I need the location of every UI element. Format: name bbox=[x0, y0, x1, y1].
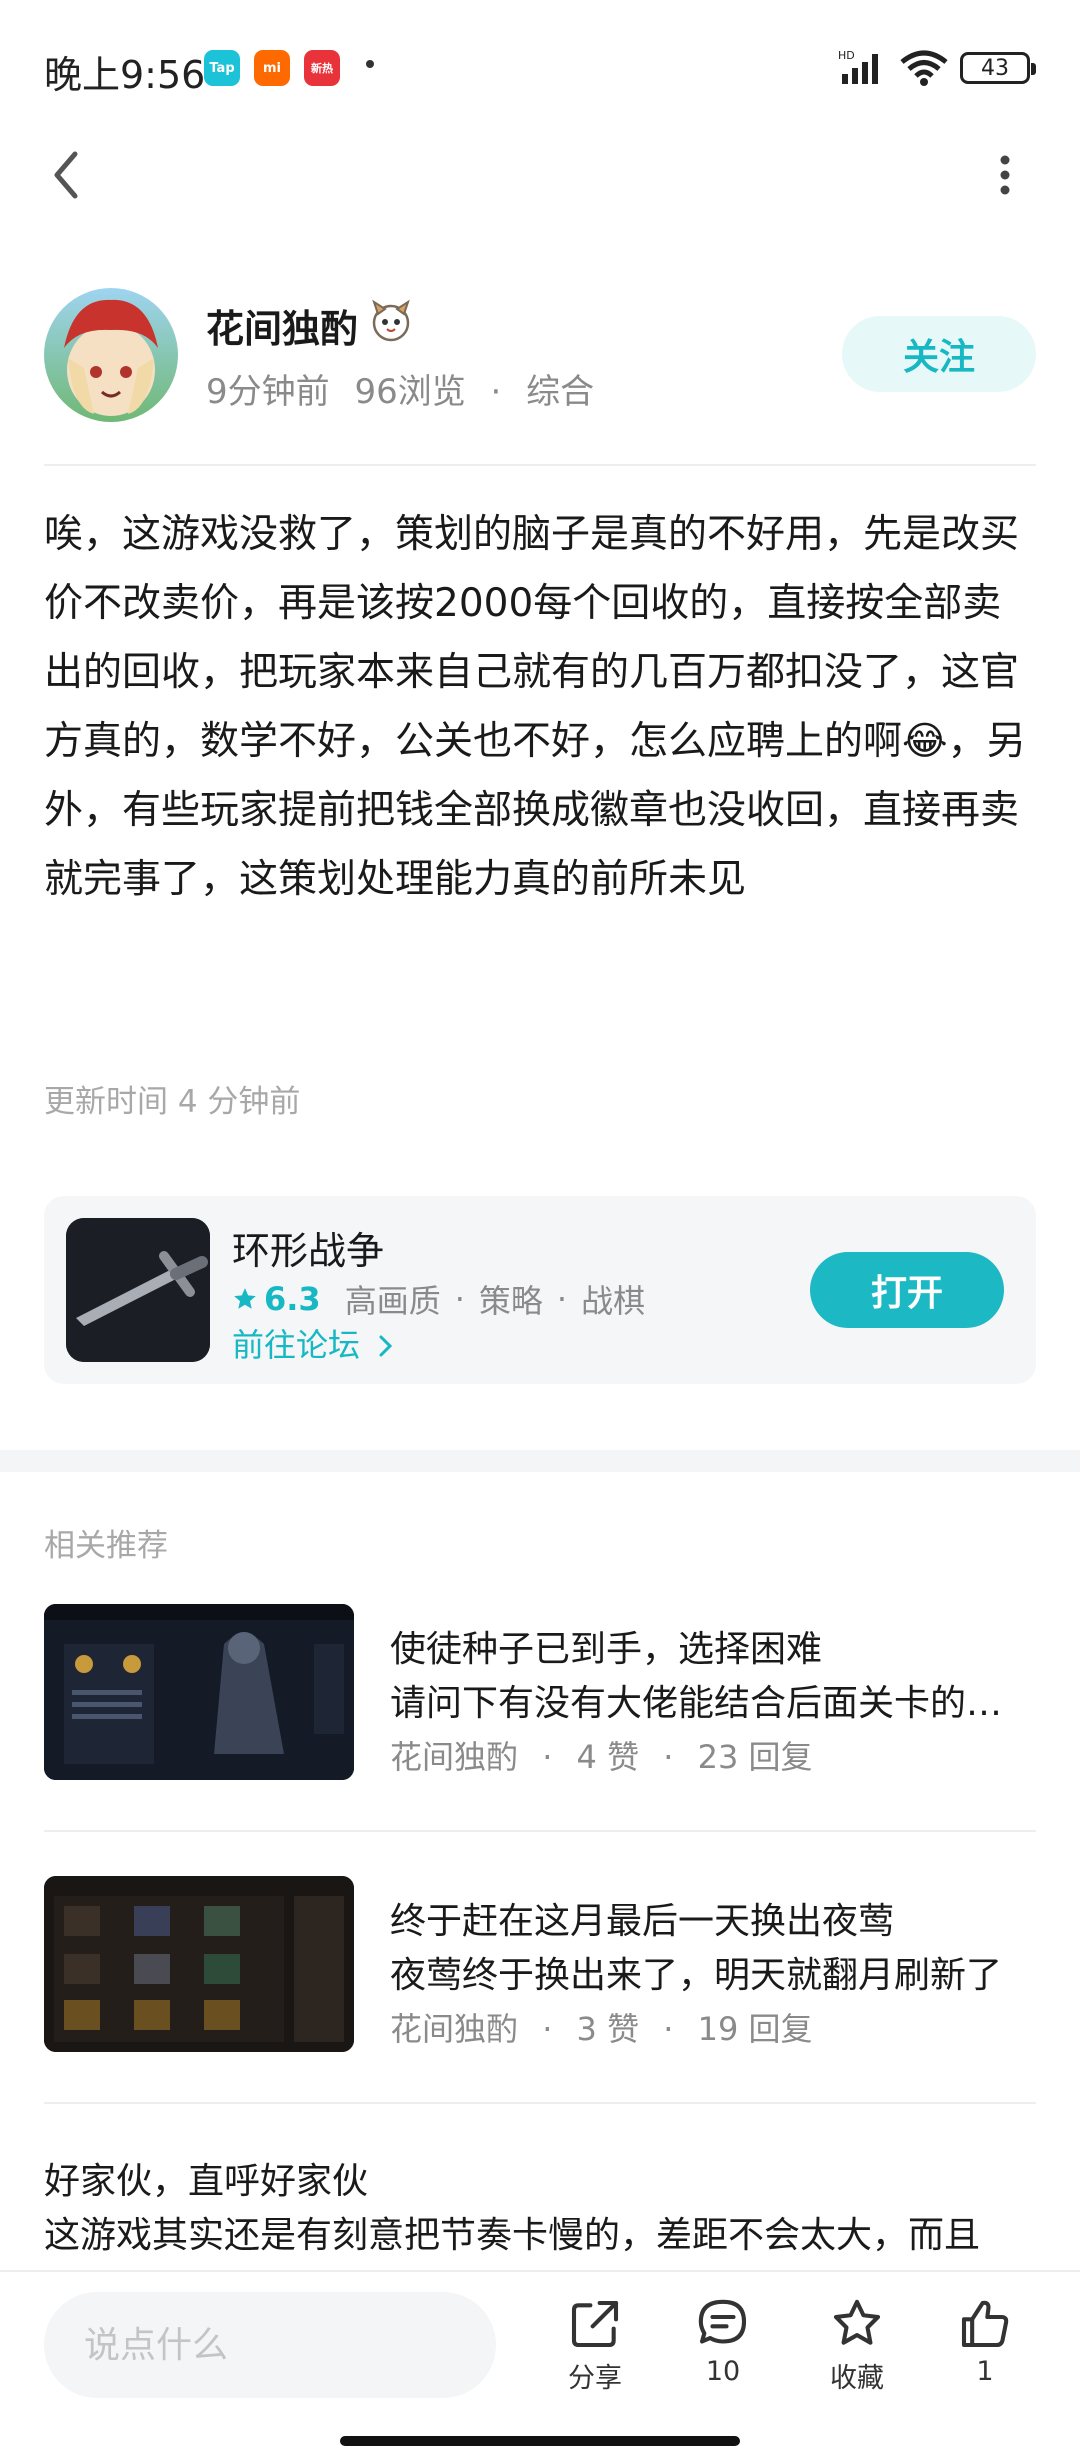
like-count: 1 bbox=[976, 2356, 994, 2387]
avatar-image bbox=[44, 288, 178, 422]
chevron-right-icon bbox=[379, 1335, 393, 1357]
post-category[interactable]: 综合 bbox=[526, 372, 594, 412]
sword-icon bbox=[66, 1218, 210, 1362]
favorite-button[interactable]: 收藏 bbox=[802, 2296, 912, 2406]
view-count: 96浏览 bbox=[354, 372, 466, 412]
favorite-label: 收藏 bbox=[830, 2363, 884, 2394]
comment-bubble-icon bbox=[698, 2299, 747, 2344]
recommend-meta: 花间独酌 · 4 赞 · 23 回复 bbox=[390, 1732, 813, 1778]
post-meta: 9分钟前 96浏览 · 综合 bbox=[206, 364, 594, 413]
recommend-likes: 4 赞 bbox=[576, 1738, 640, 1776]
recommend-author: 花间独酌 bbox=[390, 1738, 519, 1776]
game-screenshot-image bbox=[44, 1604, 354, 1780]
battery-indicator: 43 bbox=[960, 52, 1036, 84]
wifi-icon bbox=[900, 50, 948, 86]
game-tag: 战棋 bbox=[581, 1282, 646, 1320]
forum-link-label: 前往论坛 bbox=[232, 1326, 361, 1364]
divider bbox=[44, 2102, 1036, 2104]
recommend-thumbnail bbox=[44, 1876, 354, 2052]
related-section-title: 相关推荐 bbox=[44, 1528, 168, 1564]
recommend-likes: 3 赞 bbox=[576, 2010, 640, 2048]
open-game-button[interactable]: 打开 bbox=[810, 1252, 1004, 1328]
recommend-snippet: 夜莺终于换出来了，明天就翻月刷新了 bbox=[390, 1955, 1003, 1996]
cellular-signal-icon: HD bbox=[838, 49, 878, 84]
thumbs-up-icon bbox=[961, 2300, 1009, 2348]
recommend-snippet[interactable]: 这游戏其实还是有刻意把节奏卡慢的，差距不会太大，而且 bbox=[44, 2206, 1020, 2258]
news-app-icon: 新热 bbox=[304, 50, 340, 86]
svg-text:HD: HD bbox=[838, 49, 855, 62]
follow-button[interactable]: 关注 bbox=[842, 316, 1036, 392]
section-separator bbox=[0, 1450, 1080, 1472]
more-options-button[interactable] bbox=[990, 140, 1020, 210]
recommend-meta: 花间独酌 · 3 赞 · 19 回复 bbox=[390, 2004, 813, 2050]
game-rating: 6.3 bbox=[232, 1280, 321, 1318]
tag-separator: · bbox=[454, 1280, 465, 1318]
recommend-snippet: 请问下有没有大佬能结合后面关卡的情况给点建议 bbox=[390, 1683, 1010, 1724]
meta-separator: · bbox=[490, 372, 502, 412]
game-screenshot-image bbox=[44, 1876, 354, 2052]
comment-count: 10 bbox=[705, 2356, 741, 2387]
recommend-replies: 19 回复 bbox=[697, 2010, 813, 2048]
taptap-app-icon: Tap bbox=[204, 50, 240, 86]
comment-button[interactable]: 10 bbox=[668, 2296, 778, 2406]
game-rating-value: 6.3 bbox=[264, 1280, 321, 1318]
meta-separator: · bbox=[663, 1738, 674, 1776]
home-indicator[interactable] bbox=[340, 2436, 740, 2446]
game-meta: 6.3 高画质 · 策略 · 战棋 bbox=[232, 1276, 645, 1322]
meta-separator: · bbox=[542, 2010, 553, 2048]
star-outline-icon bbox=[833, 2299, 881, 2345]
author-name[interactable]: 花间独酌 bbox=[206, 298, 358, 353]
mi-app-icon: mi bbox=[254, 50, 290, 86]
chevron-left-icon bbox=[54, 151, 78, 199]
game-card[interactable]: 环形战争 6.3 高画质 · 策略 · 战棋 前往论坛 打开 bbox=[44, 1196, 1036, 1384]
recommend-title: 终于赶在这月最后一天换出夜莺 bbox=[390, 1901, 895, 1942]
game-icon[interactable] bbox=[66, 1218, 210, 1362]
meta-separator: · bbox=[542, 1738, 553, 1776]
comment-input[interactable] bbox=[44, 2292, 496, 2398]
share-button[interactable]: 分享 bbox=[540, 2296, 650, 2406]
tag-separator: · bbox=[556, 1280, 568, 1318]
divider bbox=[44, 1830, 1036, 1832]
recommend-item[interactable]: 终于赶在这月最后一天换出夜莺 夜莺终于换出来了，明天就翻月刷新了 花间独酌 · … bbox=[0, 1866, 1080, 2066]
more-vertical-icon bbox=[1000, 155, 1010, 195]
recommend-thumbnail bbox=[44, 1604, 354, 1780]
share-icon bbox=[571, 2300, 619, 2348]
update-time: 更新时间 4 分钟前 bbox=[44, 1084, 301, 1120]
post-body: 唉，这游戏没救了，策划的脑子是真的不好用，先是改买价不改卖价，再是该按2000每… bbox=[44, 512, 1026, 902]
recommend-title: 使徒种子已到手，选择困难 bbox=[390, 1629, 823, 1670]
status-bar: 晚上9:56 Tap mi 新热 HD 43 bbox=[0, 0, 1080, 140]
recommend-author: 花间独酌 bbox=[390, 2010, 519, 2048]
meta-separator: · bbox=[663, 2010, 674, 2048]
recommend-item[interactable]: 使徒种子已到手，选择困难 请问下有没有大佬能结合后面关卡的情况给点建议 花间独酌… bbox=[0, 1594, 1080, 1794]
like-button[interactable]: 1 bbox=[930, 2296, 1040, 2406]
recommend-title[interactable]: 好家伙，直呼好家伙 bbox=[44, 2152, 368, 2204]
share-label: 分享 bbox=[568, 2363, 622, 2394]
back-button[interactable] bbox=[36, 140, 96, 210]
star-icon bbox=[234, 1288, 256, 1309]
divider bbox=[44, 464, 1036, 466]
game-name[interactable]: 环形战争 bbox=[232, 1220, 384, 1275]
forum-link[interactable]: 前往论坛 bbox=[232, 1320, 396, 1366]
mascot-badge-icon bbox=[372, 299, 410, 342]
status-time: 晚上9:56 bbox=[44, 53, 206, 97]
author-avatar[interactable] bbox=[44, 288, 178, 422]
recommend-replies: 23 回复 bbox=[697, 1738, 813, 1776]
game-tag: 策略 bbox=[478, 1282, 543, 1320]
notification-dot-icon bbox=[366, 60, 374, 68]
game-tag: 高画质 bbox=[344, 1282, 441, 1320]
post-time: 9分钟前 bbox=[206, 372, 330, 412]
